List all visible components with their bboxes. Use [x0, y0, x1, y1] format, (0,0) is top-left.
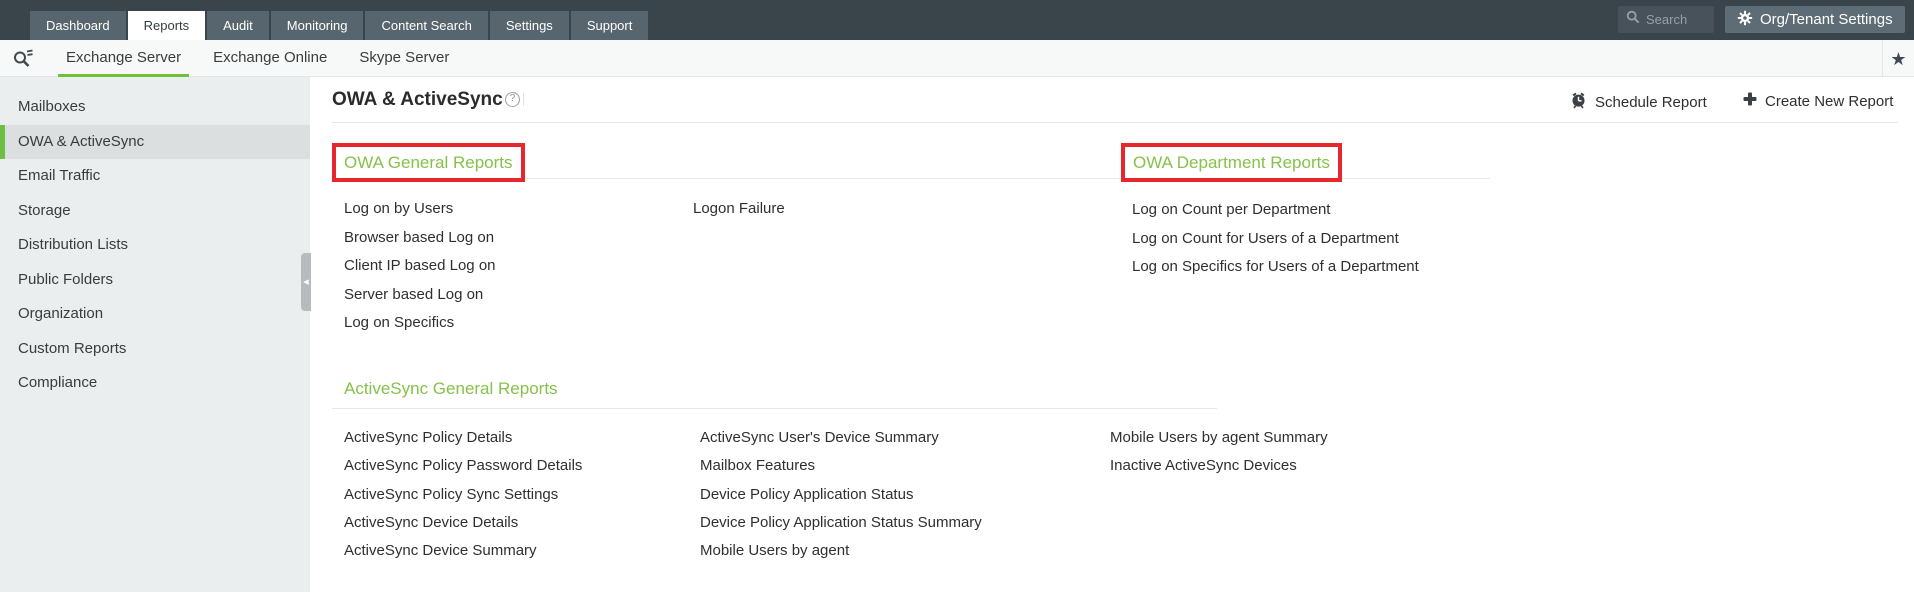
nav-tab-content-search[interactable]: Content Search — [365, 11, 487, 40]
sidebar-item-storage[interactable]: Storage — [0, 194, 310, 228]
sidebar-item-distribution-lists[interactable]: Distribution Lists — [0, 228, 310, 262]
nav-tab-monitoring[interactable]: Monitoring — [271, 11, 364, 40]
report-link-activesync-policy-password-details[interactable]: ActiveSync Policy Password Details — [344, 457, 582, 474]
favorites-box: ★ — [1882, 40, 1914, 77]
sidebar-collapse-handle[interactable]: ◀ — [301, 253, 311, 311]
page-title: OWA & ActiveSync — [332, 89, 503, 111]
create-new-report-button[interactable]: Create New Report — [1743, 92, 1893, 110]
report-link-server-based-log-on[interactable]: Server based Log on — [344, 286, 483, 303]
nav-tab-reports[interactable]: Reports — [128, 11, 206, 40]
report-link-client-ip-based-log-on[interactable]: Client IP based Log on — [344, 257, 496, 274]
report-link-mailbox-features[interactable]: Mailbox Features — [700, 457, 815, 474]
report-link-browser-based-log-on[interactable]: Browser based Log on — [344, 229, 494, 246]
sidebar-item-organization[interactable]: Organization — [0, 297, 310, 331]
sidebar-item-public-folders[interactable]: Public Folders — [0, 263, 310, 297]
nav-tab-settings[interactable]: Settings — [490, 11, 569, 40]
sidebar-item-mailboxes[interactable]: Mailboxes — [0, 90, 310, 124]
global-search-box[interactable] — [1618, 6, 1714, 33]
org-tenant-settings-button[interactable]: Org/Tenant Settings — [1725, 6, 1905, 33]
alarm-clock-icon — [1570, 92, 1587, 113]
search-icon — [1626, 10, 1640, 29]
report-link-device-policy-application-status-summary[interactable]: Device Policy Application Status Summary — [700, 514, 982, 531]
report-link-activesync-policy-details[interactable]: ActiveSync Policy Details — [344, 429, 512, 446]
gear-icon — [1737, 10, 1753, 30]
report-link-activesync-device-summary[interactable]: ActiveSync Device Summary — [344, 542, 537, 559]
sidebar-item-email-traffic[interactable]: Email Traffic — [0, 159, 310, 193]
service-tabs: Exchange Server Exchange Online Skype Se… — [58, 40, 457, 77]
reports-sidebar: Mailboxes OWA & ActiveSync Email Traffic… — [0, 77, 310, 592]
sidebar-item-compliance[interactable]: Compliance — [0, 366, 310, 400]
favorite-star-icon[interactable]: ★ — [1890, 50, 1906, 68]
search-input[interactable] — [1646, 12, 1706, 27]
nav-tab-audit[interactable]: Audit — [207, 11, 269, 40]
tab-exchange-online[interactable]: Exchange Online — [205, 40, 335, 77]
report-link-log-on-specifics[interactable]: Log on Specifics — [344, 314, 454, 331]
report-link-activesync-users-device-summary[interactable]: ActiveSync User's Device Summary — [700, 429, 939, 446]
sidebar-item-owa-activesync[interactable]: OWA & ActiveSync — [0, 125, 310, 159]
nav-tab-support[interactable]: Support — [571, 11, 649, 40]
tab-skype-server[interactable]: Skype Server — [351, 40, 457, 77]
report-link-device-policy-application-status[interactable]: Device Policy Application Status — [700, 486, 913, 503]
top-navbar: Dashboard Reports Audit Monitoring Conte… — [0, 0, 1914, 40]
nav-tab-dashboard[interactable]: Dashboard — [30, 11, 126, 40]
report-link-log-on-specifics-users-department[interactable]: Log on Specifics for Users of a Departme… — [1132, 258, 1419, 275]
report-link-logon-failure[interactable]: Logon Failure — [693, 200, 785, 217]
plus-icon — [1743, 92, 1757, 110]
tab-exchange-server[interactable]: Exchange Server — [58, 40, 189, 77]
chevron-left-icon: ◀ — [303, 279, 308, 286]
report-link-log-on-count-per-department[interactable]: Log on Count per Department — [1132, 201, 1330, 218]
help-icon[interactable]: ? — [505, 92, 520, 107]
activesync-general-rule — [332, 408, 1217, 409]
schedule-report-label: Schedule Report — [1595, 94, 1707, 111]
activesync-general-heading: ActiveSync General Reports — [344, 378, 558, 400]
org-tenant-settings-label: Org/Tenant Settings — [1760, 11, 1893, 28]
report-link-inactive-activesync-devices[interactable]: Inactive ActiveSync Devices — [1110, 457, 1297, 474]
report-link-activesync-policy-sync-settings[interactable]: ActiveSync Policy Sync Settings — [344, 486, 558, 503]
report-link-mobile-users-by-agent[interactable]: Mobile Users by agent — [700, 542, 849, 559]
create-new-report-label: Create New Report — [1765, 93, 1893, 110]
top-nav-tabs: Dashboard Reports Audit Monitoring Conte… — [30, 11, 648, 40]
service-tab-strip: Exchange Server Exchange Online Skype Se… — [0, 40, 1914, 77]
header-divider — [523, 93, 524, 106]
report-link-log-on-count-users-department[interactable]: Log on Count for Users of a Department — [1132, 230, 1399, 247]
header-rule — [332, 122, 1898, 123]
owa-department-heading: OWA Department Reports — [1121, 143, 1342, 182]
sidebar-item-custom-reports[interactable]: Custom Reports — [0, 332, 310, 366]
schedule-report-button[interactable]: Schedule Report — [1570, 92, 1707, 113]
report-link-log-on-by-users[interactable]: Log on by Users — [344, 200, 453, 217]
report-link-mobile-users-by-agent-summary[interactable]: Mobile Users by agent Summary — [1110, 429, 1328, 446]
owa-general-heading: OWA General Reports — [332, 143, 525, 182]
search-reports-icon[interactable] — [12, 48, 34, 70]
report-link-activesync-device-details[interactable]: ActiveSync Device Details — [344, 514, 518, 531]
